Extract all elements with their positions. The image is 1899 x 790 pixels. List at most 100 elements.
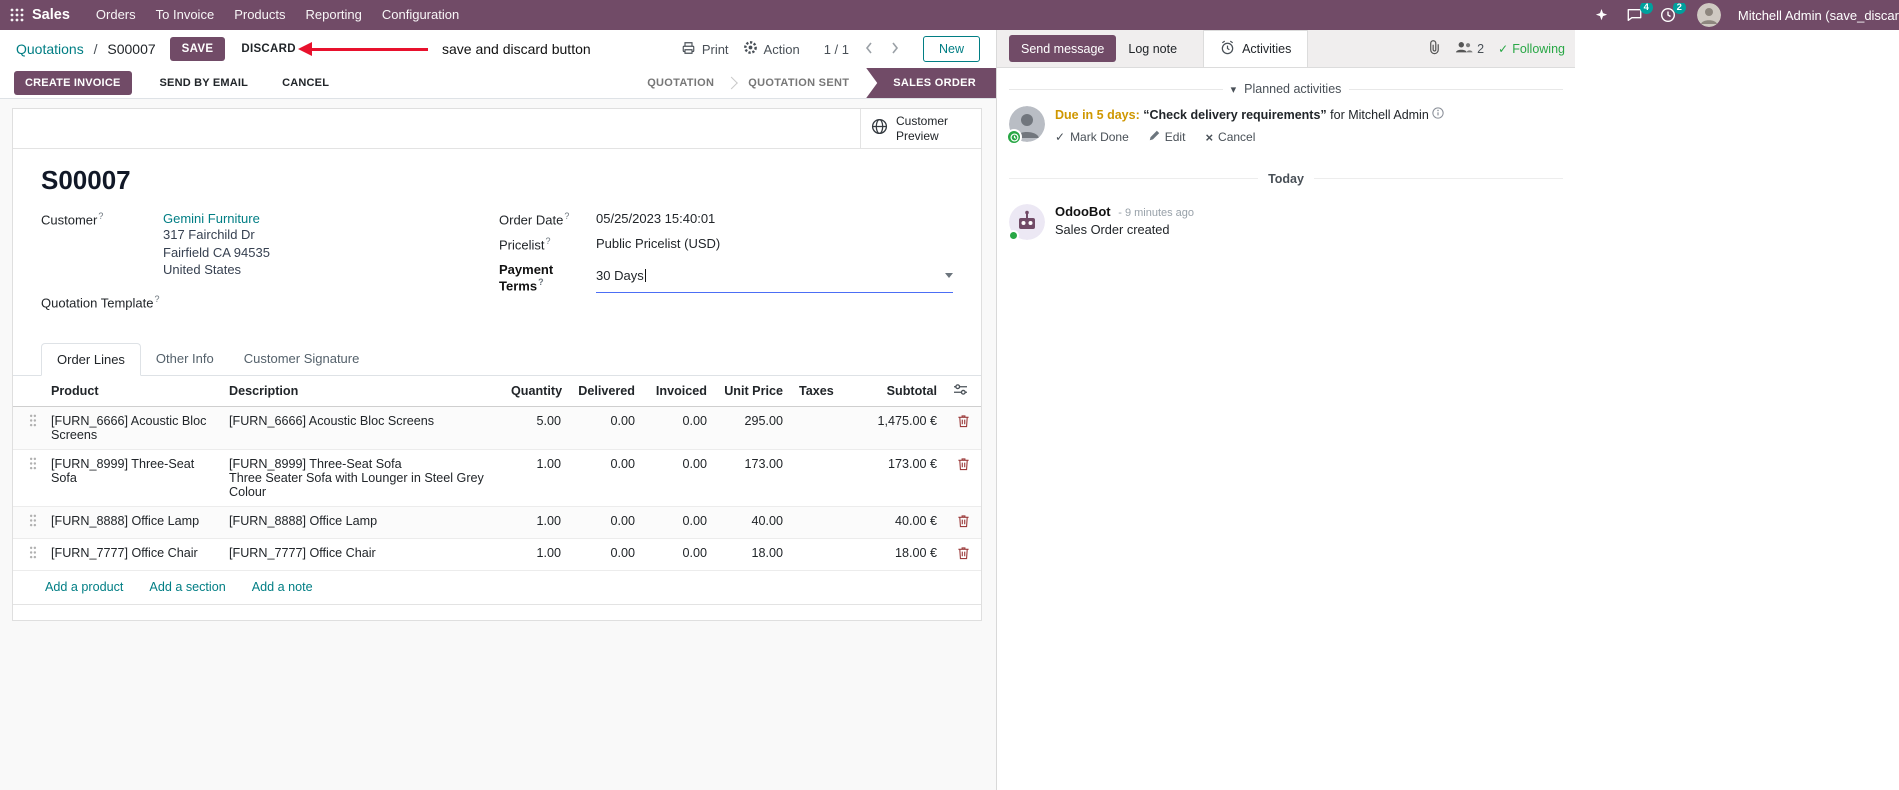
- info-icon[interactable]: [1432, 107, 1444, 122]
- new-button[interactable]: New: [922, 36, 980, 62]
- status-quotation-sent[interactable]: QUOTATION SENT: [731, 68, 866, 98]
- delete-row-icon[interactable]: [957, 514, 970, 528]
- order-line-row[interactable]: [FURN_8999] Three-Seat Sofa [FURN_8999] …: [13, 449, 981, 507]
- tab-other-info[interactable]: Other Info: [141, 343, 229, 375]
- cell-invoiced[interactable]: 0.00: [643, 506, 715, 539]
- app-name[interactable]: Sales: [32, 7, 70, 23]
- apps-grid-icon[interactable]: [10, 8, 24, 22]
- cell-description[interactable]: [FURN_7777] Office Chair: [221, 538, 503, 571]
- col-taxes[interactable]: Taxes: [791, 375, 849, 407]
- payment-terms-field[interactable]: 30 Days: [596, 262, 953, 293]
- cell-invoiced[interactable]: 0.00: [643, 449, 715, 507]
- add-note-link[interactable]: Add a note: [252, 580, 313, 594]
- send-message-button[interactable]: Send message: [1009, 35, 1117, 62]
- create-invoice-button[interactable]: CREATE INVOICE: [14, 71, 132, 95]
- customer-link[interactable]: Gemini Furniture: [163, 211, 260, 226]
- print-button[interactable]: Print: [681, 41, 729, 58]
- send-by-email-button[interactable]: SEND BY EMAIL: [154, 76, 255, 90]
- dropdown-caret-icon[interactable]: [945, 273, 953, 279]
- activities-tab[interactable]: Activities: [1203, 30, 1309, 67]
- cell-quantity[interactable]: 1.00: [503, 449, 569, 507]
- order-line-row[interactable]: [FURN_8888] Office Lamp [FURN_8888] Offi…: [13, 506, 981, 539]
- drag-handle-icon[interactable]: [29, 546, 37, 562]
- order-date-field[interactable]: 05/25/2023 15:40:01: [596, 211, 953, 227]
- cell-description[interactable]: [FURN_8999] Three-Seat Sofa Three Seater …: [221, 449, 503, 507]
- cell-delivered[interactable]: 0.00: [569, 406, 643, 450]
- sparkle-icon[interactable]: [1594, 8, 1609, 23]
- menu-reporting[interactable]: Reporting: [296, 0, 372, 30]
- cell-delivered[interactable]: 0.00: [569, 538, 643, 571]
- column-options-icon[interactable]: [953, 383, 968, 396]
- cell-description[interactable]: [FURN_6666] Acoustic Bloc Screens: [221, 406, 503, 450]
- cell-subtotal[interactable]: 40.00 €: [849, 506, 945, 539]
- col-product[interactable]: Product: [43, 375, 221, 407]
- col-unit-price[interactable]: Unit Price: [715, 375, 791, 407]
- status-sales-order[interactable]: SALES ORDER: [866, 68, 996, 98]
- edit-activity-button[interactable]: Edit: [1149, 130, 1185, 144]
- cancel-activity-button[interactable]: × Cancel: [1205, 130, 1255, 145]
- user-name[interactable]: Mitchell Admin (save_discar: [1738, 8, 1899, 23]
- cell-product[interactable]: [FURN_8999] Three-Seat Sofa: [43, 449, 221, 507]
- save-button[interactable]: SAVE: [169, 37, 226, 61]
- cell-quantity[interactable]: 5.00: [503, 406, 569, 450]
- col-quantity[interactable]: Quantity: [503, 375, 569, 407]
- following-button[interactable]: ✓ Following: [1498, 42, 1565, 56]
- cell-product[interactable]: [FURN_7777] Office Chair: [43, 538, 221, 571]
- menu-to-invoice[interactable]: To Invoice: [146, 0, 225, 30]
- message-author[interactable]: OdooBot: [1055, 204, 1111, 219]
- cell-taxes[interactable]: [791, 506, 849, 539]
- status-quotation[interactable]: QUOTATION: [630, 68, 731, 98]
- cell-taxes[interactable]: [791, 538, 849, 571]
- cell-taxes[interactable]: [791, 449, 849, 507]
- cell-delivered[interactable]: 0.00: [569, 506, 643, 539]
- cell-unit-price[interactable]: 173.00: [715, 449, 791, 507]
- tab-customer-signature[interactable]: Customer Signature: [229, 343, 375, 375]
- cell-invoiced[interactable]: 0.00: [643, 406, 715, 450]
- customer-preview-button[interactable]: Customer Preview: [860, 109, 981, 148]
- cell-subtotal[interactable]: 18.00 €: [849, 538, 945, 571]
- breadcrumb-quotations[interactable]: Quotations: [16, 41, 84, 57]
- cell-unit-price[interactable]: 18.00: [715, 538, 791, 571]
- pricelist-field[interactable]: Public Pricelist (USD): [596, 236, 953, 252]
- cancel-button[interactable]: CANCEL: [276, 76, 335, 90]
- cell-subtotal[interactable]: 1,475.00 €: [849, 406, 945, 450]
- cell-delivered[interactable]: 0.00: [569, 449, 643, 507]
- quotation-template-field[interactable]: [163, 294, 499, 310]
- tab-order-lines[interactable]: Order Lines: [41, 342, 141, 376]
- planned-activities-toggle[interactable]: ▾ Planned activities: [1009, 82, 1563, 96]
- activities-clock-icon[interactable]: 2: [1660, 3, 1686, 23]
- cell-subtotal[interactable]: 173.00 €: [849, 449, 945, 507]
- discard-button[interactable]: DISCARD: [235, 42, 302, 56]
- cell-quantity[interactable]: 1.00: [503, 506, 569, 539]
- col-invoiced[interactable]: Invoiced: [643, 375, 715, 407]
- cell-taxes[interactable]: [791, 406, 849, 450]
- order-line-row[interactable]: [FURN_7777] Office Chair [FURN_7777] Off…: [13, 538, 981, 571]
- delete-row-icon[interactable]: [957, 414, 970, 428]
- drag-handle-icon[interactable]: [29, 457, 37, 473]
- col-description[interactable]: Description: [221, 375, 503, 407]
- mark-done-button[interactable]: ✓ Mark Done: [1055, 130, 1129, 144]
- pager-previous-button[interactable]: [863, 42, 875, 57]
- attachments-button[interactable]: [1427, 39, 1441, 58]
- col-subtotal[interactable]: Subtotal: [849, 375, 945, 407]
- cell-product[interactable]: [FURN_8888] Office Lamp: [43, 506, 221, 539]
- delete-row-icon[interactable]: [957, 457, 970, 471]
- cell-product[interactable]: [FURN_6666] Acoustic Bloc Screens: [43, 406, 221, 450]
- cell-unit-price[interactable]: 295.00: [715, 406, 791, 450]
- drag-handle-icon[interactable]: [29, 414, 37, 430]
- menu-orders[interactable]: Orders: [86, 0, 146, 30]
- cell-description[interactable]: [FURN_8888] Office Lamp: [221, 506, 503, 539]
- add-section-link[interactable]: Add a section: [149, 580, 225, 594]
- add-product-link[interactable]: Add a product: [45, 580, 123, 594]
- col-delivered[interactable]: Delivered: [569, 375, 643, 407]
- followers-button[interactable]: 2: [1455, 40, 1484, 57]
- messages-icon[interactable]: 4: [1626, 3, 1653, 23]
- log-note-button[interactable]: Log note: [1116, 42, 1189, 56]
- drag-handle-icon[interactable]: [29, 514, 37, 530]
- menu-products[interactable]: Products: [224, 0, 295, 30]
- pager-next-button[interactable]: [889, 42, 901, 57]
- menu-configuration[interactable]: Configuration: [372, 0, 469, 30]
- cell-quantity[interactable]: 1.00: [503, 538, 569, 571]
- delete-row-icon[interactable]: [957, 546, 970, 560]
- user-avatar[interactable]: [1696, 3, 1721, 27]
